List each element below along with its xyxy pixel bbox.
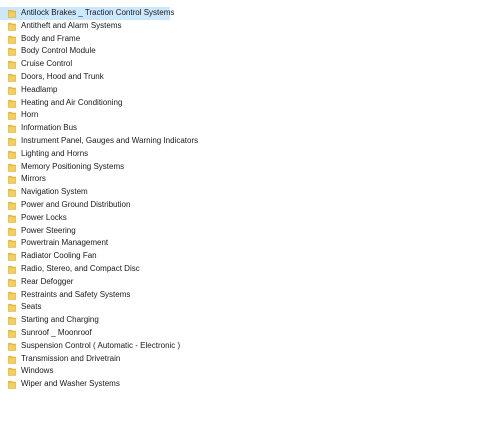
folder-name: Heating and Air Conditioning xyxy=(21,97,123,107)
folder-icon xyxy=(8,86,16,95)
folder-icon xyxy=(8,60,16,69)
folder-name: Information Bus xyxy=(21,123,78,133)
folder-icon xyxy=(8,329,16,338)
folder-item[interactable]: Radio, Stereo, and Compact Disc xyxy=(0,263,500,276)
folder-item[interactable]: Memory Positioning Systems xyxy=(0,161,500,174)
folder-name: Cruise Control xyxy=(21,59,73,69)
folder-item[interactable]: Rear Defogger xyxy=(0,276,500,289)
folder-item[interactable]: Restraints and Safety Systems xyxy=(0,289,500,302)
folder-icon xyxy=(8,201,16,210)
folder-name: Mirrors xyxy=(21,174,46,184)
folder-item[interactable]: Powertrain Management xyxy=(0,237,500,250)
folder-name: Radiator Cooling Fan xyxy=(21,251,97,261)
folder-item[interactable]: Suspension Control ( Automatic - Electro… xyxy=(0,340,500,353)
folder-item[interactable]: Antilock Brakes _ Traction Control Syste… xyxy=(0,7,174,20)
folder-item[interactable]: Antitheft and Alarm Systems xyxy=(0,20,500,33)
folder-item[interactable]: Navigation System xyxy=(0,186,500,199)
folder-icon xyxy=(8,316,16,325)
folder-name: Restraints and Safety Systems xyxy=(21,289,131,299)
folder-icon xyxy=(8,278,16,287)
folder-name: Body Control Module xyxy=(21,46,96,56)
folder-icon xyxy=(8,380,16,389)
folder-icon xyxy=(8,175,16,185)
folder-item[interactable]: Heating and Air Conditioning xyxy=(0,97,500,110)
folder-item[interactable]: Horn xyxy=(0,109,500,122)
folder-icon xyxy=(8,342,16,351)
folder-icon xyxy=(8,35,16,44)
folder-icon xyxy=(8,367,16,377)
folder-name: Powertrain Management xyxy=(21,238,109,248)
folder-item[interactable]: Radiator Cooling Fan xyxy=(0,250,500,263)
folder-name: Doors, Hood and Trunk xyxy=(21,71,104,81)
folder-name: Memory Positioning Systems xyxy=(21,161,125,171)
folder-name: Transmission and Drivetrain xyxy=(21,353,121,363)
folder-name: Body and Frame xyxy=(21,33,81,43)
folder-item[interactable]: Mirrors xyxy=(0,173,500,186)
folder-icon xyxy=(8,355,16,364)
folder-name: Sunroof _ Moonroof xyxy=(21,327,92,337)
folder-icon xyxy=(8,188,16,197)
folder-name: Antilock Brakes _ Traction Control Syste… xyxy=(21,8,175,17)
folder-list: Antilock Brakes _ Traction Control Syste… xyxy=(0,7,500,391)
folder-item[interactable]: Wiper and Washer Systems xyxy=(0,378,500,391)
folder-item[interactable]: Information Bus xyxy=(0,122,500,135)
folder-item[interactable]: Doors, Hood and Trunk xyxy=(0,71,500,84)
folder-icon xyxy=(8,265,16,274)
folder-icon xyxy=(8,111,16,121)
folder-name: Rear Defogger xyxy=(21,276,74,286)
folder-item[interactable]: Power Steering xyxy=(0,225,500,238)
folder-name: Navigation System xyxy=(21,187,88,197)
folder-icon xyxy=(8,303,16,313)
folder-icon xyxy=(8,47,16,57)
folder-item[interactable]: Transmission and Drivetrain xyxy=(0,353,500,366)
folder-icon xyxy=(8,124,16,133)
folder-icon xyxy=(8,137,16,146)
folder-icon xyxy=(8,227,16,236)
folder-item[interactable]: Starting and Charging xyxy=(0,314,500,327)
folder-icon xyxy=(8,22,16,31)
folder-icon xyxy=(8,239,16,249)
folder-name: Headlamp xyxy=(21,84,58,94)
folder-icon xyxy=(8,150,16,159)
folder-name: Wiper and Washer Systems xyxy=(21,379,120,389)
folder-item[interactable]: Seats xyxy=(0,301,500,314)
folder-name: Power Steering xyxy=(21,225,76,235)
folder-icon xyxy=(8,99,16,108)
folder-name: Antitheft and Alarm Systems xyxy=(21,20,122,30)
folder-item[interactable]: Windows xyxy=(0,365,500,378)
folder-name: Radio, Stereo, and Compact Disc xyxy=(21,263,140,273)
folder-name: Power Locks xyxy=(21,212,67,222)
folder-name: Lighting and Horns xyxy=(21,148,89,158)
folder-item[interactable]: Sunroof _ Moonroof xyxy=(0,327,500,340)
folder-item[interactable]: Lighting and Horns xyxy=(0,148,500,161)
folder-icon xyxy=(8,291,16,300)
folder-item[interactable]: Headlamp xyxy=(0,84,500,97)
folder-icon xyxy=(8,73,16,82)
folder-item[interactable]: Body Control Module xyxy=(0,45,500,58)
folder-icon xyxy=(8,214,16,223)
folder-name: Instrument Panel, Gauges and Warning Ind… xyxy=(21,135,199,145)
folder-name: Suspension Control ( Automatic - Electro… xyxy=(21,340,181,350)
folder-name: Seats xyxy=(21,302,42,312)
folder-name: Horn xyxy=(21,110,39,120)
folder-item[interactable]: Power and Ground Distribution xyxy=(0,199,500,212)
folder-item[interactable]: Instrument Panel, Gauges and Warning Ind… xyxy=(0,135,500,148)
folder-icon xyxy=(8,9,16,18)
folder-icon xyxy=(8,252,16,261)
folder-name: Windows xyxy=(21,366,54,376)
folder-name: Starting and Charging xyxy=(21,315,99,325)
folder-icon xyxy=(8,163,16,172)
folder-item[interactable]: Body and Frame xyxy=(0,33,500,46)
folder-item[interactable]: Cruise Control xyxy=(0,58,500,71)
folder-item[interactable]: Power Locks xyxy=(0,212,500,225)
folder-name: Power and Ground Distribution xyxy=(21,199,131,209)
